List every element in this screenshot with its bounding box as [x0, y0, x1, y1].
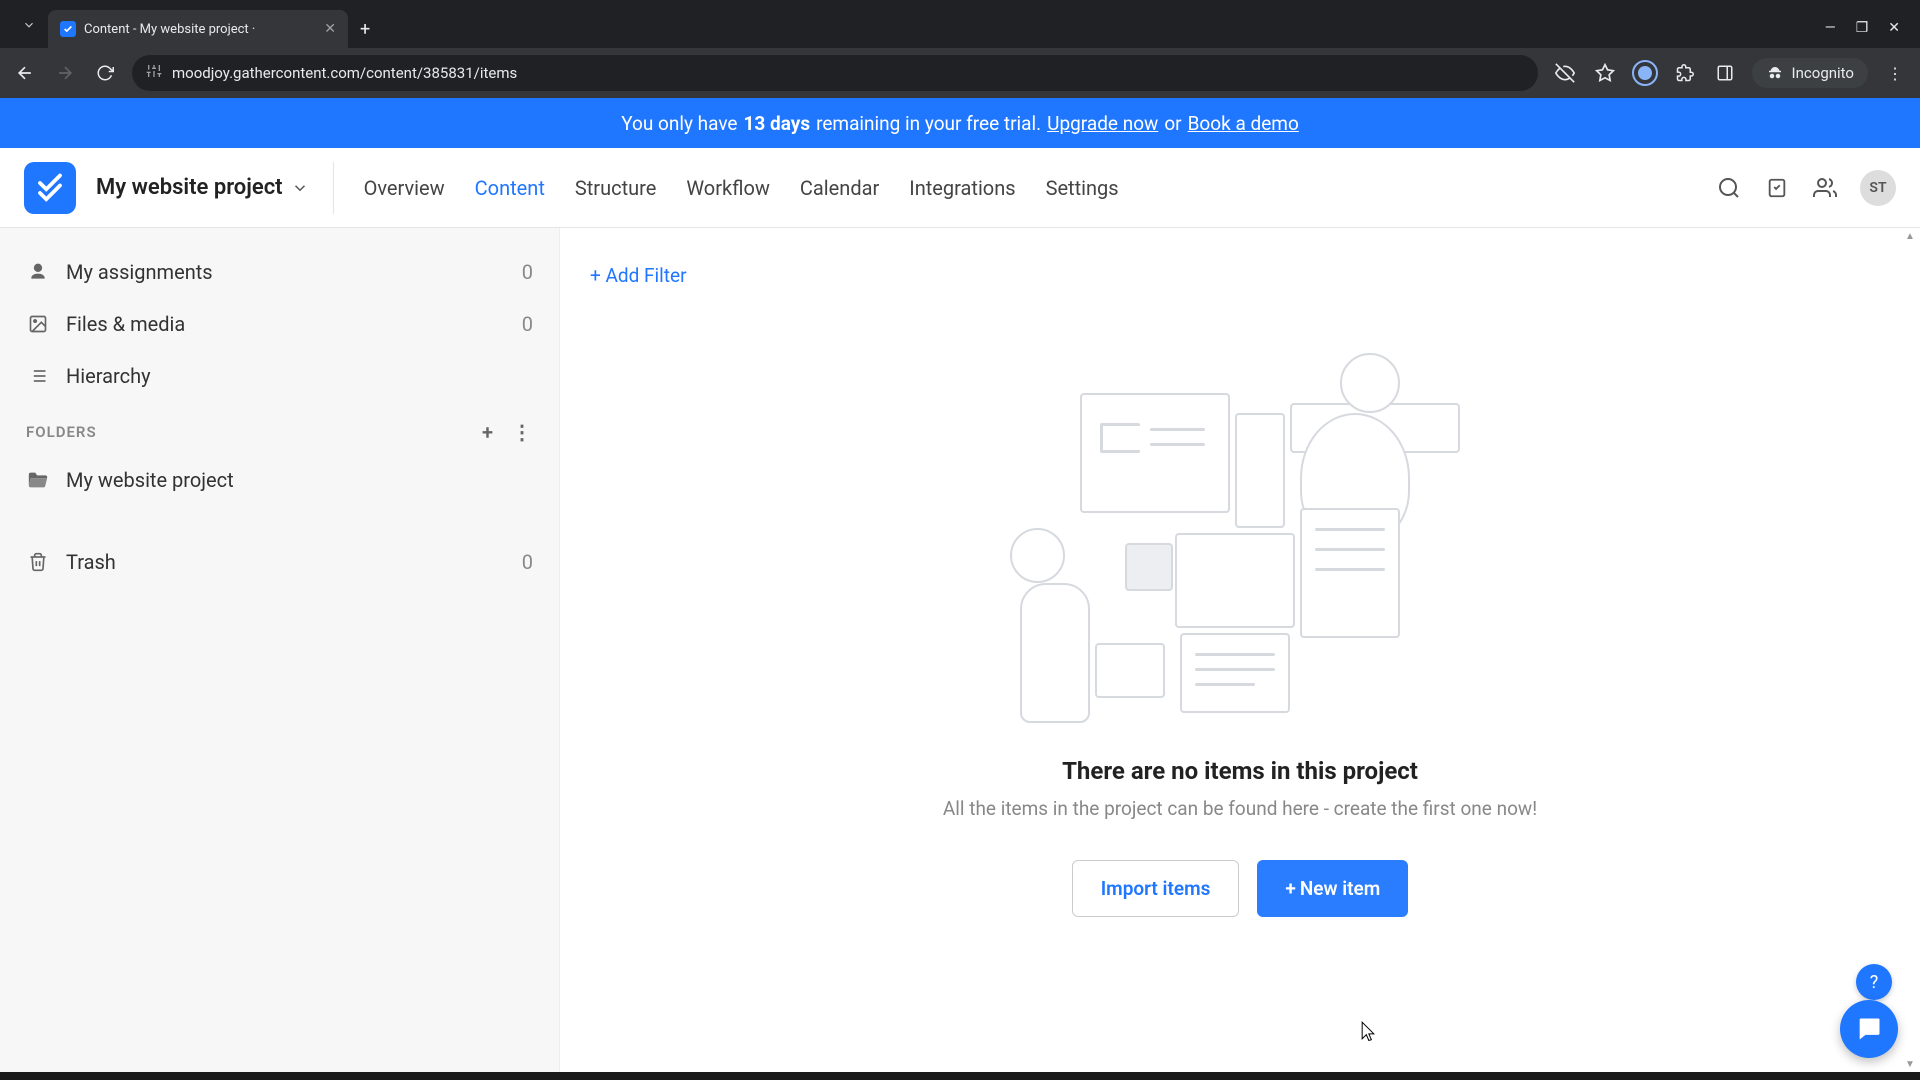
browser-reload-button[interactable]	[92, 60, 118, 86]
scroll-down-icon[interactable]: ▼	[1902, 1056, 1918, 1072]
help-button[interactable]: ?	[1856, 964, 1892, 1000]
sidebar-folder-item[interactable]: My website project	[0, 454, 559, 506]
new-tab-button[interactable]: +	[360, 19, 370, 40]
app-header: My website project Overview Content Stru…	[0, 148, 1920, 228]
nav-calendar[interactable]: Calendar	[800, 172, 879, 204]
extensions-icon[interactable]	[1672, 60, 1698, 86]
person-icon	[26, 262, 50, 282]
intercom-launcher[interactable]	[1840, 1000, 1898, 1058]
window-maximize-button[interactable]: ❐	[1856, 20, 1869, 36]
project-name: My website project	[96, 175, 283, 200]
scroll-up-icon[interactable]: ▲	[1902, 228, 1918, 244]
window-close-button[interactable]: ✕	[1888, 20, 1900, 36]
folders-label: FOLDERS	[26, 423, 97, 441]
incognito-badge[interactable]: Incognito	[1752, 58, 1868, 88]
empty-state: There are no items in this project All t…	[590, 353, 1890, 917]
nav-content[interactable]: Content	[475, 172, 545, 204]
app-body: My assignments 0 Files & media 0 Hierarc…	[0, 228, 1920, 1072]
people-icon[interactable]	[1812, 175, 1838, 201]
folder-menu-button[interactable]: ⋮	[512, 420, 533, 444]
tab-search-button[interactable]	[10, 6, 48, 44]
eye-hidden-icon[interactable]	[1552, 60, 1578, 86]
add-filter-button[interactable]: + Add Filter	[590, 258, 1890, 293]
trial-suffix: remaining in your free trial.	[816, 112, 1041, 135]
tab-title: Content - My website project ·	[84, 22, 316, 37]
user-avatar[interactable]: ST	[1860, 170, 1896, 206]
site-settings-icon[interactable]	[146, 63, 162, 83]
sidebar-item-count: 0	[522, 550, 533, 574]
nav-integrations[interactable]: Integrations	[909, 172, 1015, 204]
image-icon	[26, 314, 50, 334]
browser-tab-strip: Content - My website project · ✕ + — ❐ ✕	[0, 0, 1920, 48]
browser-menu-icon[interactable]: ⋮	[1882, 60, 1908, 86]
tab-favicon-icon	[60, 21, 76, 37]
url-text: moodjoy.gathercontent.com/content/385831…	[172, 64, 517, 82]
sidebar-item-label: Trash	[66, 550, 116, 574]
side-panel-icon[interactable]	[1712, 60, 1738, 86]
browser-tab[interactable]: Content - My website project · ✕	[48, 10, 348, 48]
folders-header: FOLDERS + ⋮	[0, 402, 559, 454]
sidebar-item-trash[interactable]: Trash 0	[0, 536, 559, 588]
empty-actions: Import items +New item	[1072, 860, 1409, 917]
nav-workflow[interactable]: Workflow	[686, 172, 770, 204]
nav-structure[interactable]: Structure	[575, 172, 656, 204]
trial-banner: You only have 13 days remaining in your …	[0, 98, 1920, 148]
sidebar-item-label: Files & media	[66, 312, 185, 336]
new-item-button[interactable]: +New item	[1257, 860, 1408, 917]
bookmark-star-icon[interactable]	[1592, 60, 1618, 86]
avatar-initials: ST	[1869, 180, 1886, 196]
sidebar: My assignments 0 Files & media 0 Hierarc…	[0, 228, 560, 1072]
sidebar-item-label: My assignments	[66, 260, 213, 284]
sidebar-item-label: My website project	[66, 468, 234, 492]
empty-illustration	[980, 353, 1500, 733]
main-nav: Overview Content Structure Workflow Cale…	[364, 172, 1119, 204]
add-folder-button[interactable]: +	[482, 420, 494, 444]
window-minimize-button[interactable]: —	[1825, 20, 1836, 36]
nav-settings[interactable]: Settings	[1046, 172, 1119, 204]
os-taskbar	[0, 1072, 1920, 1080]
browser-back-button[interactable]	[12, 60, 38, 86]
plus-icon: +	[1285, 877, 1295, 900]
project-switcher[interactable]: My website project	[96, 162, 334, 214]
trash-icon	[26, 552, 50, 572]
app-logo-icon[interactable]	[24, 162, 76, 214]
hierarchy-icon	[26, 366, 50, 386]
tasks-icon[interactable]	[1764, 175, 1790, 201]
new-item-label: New item	[1300, 877, 1380, 900]
search-icon[interactable]	[1716, 175, 1742, 201]
trial-days: 13 days	[744, 112, 811, 135]
tab-close-icon[interactable]: ✕	[324, 21, 336, 37]
chevron-down-icon	[291, 179, 309, 197]
empty-title: There are no items in this project	[1062, 757, 1418, 785]
content-scrollbar[interactable]: ▲ ▼	[1902, 228, 1918, 1072]
incognito-label: Incognito	[1792, 64, 1854, 82]
sidebar-item-count: 0	[522, 312, 533, 336]
import-items-button[interactable]: Import items	[1072, 860, 1240, 917]
nav-overview[interactable]: Overview	[364, 172, 445, 204]
browser-toolbar: moodjoy.gathercontent.com/content/385831…	[0, 48, 1920, 98]
sidebar-item-files[interactable]: Files & media 0	[0, 298, 559, 350]
sidebar-item-hierarchy[interactable]: Hierarchy	[0, 350, 559, 402]
profile-avatar-icon[interactable]	[1632, 60, 1658, 86]
sidebar-item-assignments[interactable]: My assignments 0	[0, 246, 559, 298]
trial-prefix: You only have	[621, 112, 737, 135]
window-controls: — ❐ ✕	[1825, 20, 1910, 36]
folder-open-icon	[26, 469, 50, 491]
empty-subtitle: All the items in the project can be foun…	[943, 797, 1537, 820]
content-area: + Add Filter	[560, 228, 1920, 1072]
sidebar-item-count: 0	[522, 260, 533, 284]
sidebar-item-label: Hierarchy	[66, 364, 151, 388]
browser-forward-button[interactable]	[52, 60, 78, 86]
trial-book-demo-link[interactable]: Book a demo	[1188, 112, 1299, 135]
trial-or: or	[1164, 112, 1181, 135]
trial-upgrade-link[interactable]: Upgrade now	[1047, 112, 1158, 135]
url-bar[interactable]: moodjoy.gathercontent.com/content/385831…	[132, 55, 1538, 91]
